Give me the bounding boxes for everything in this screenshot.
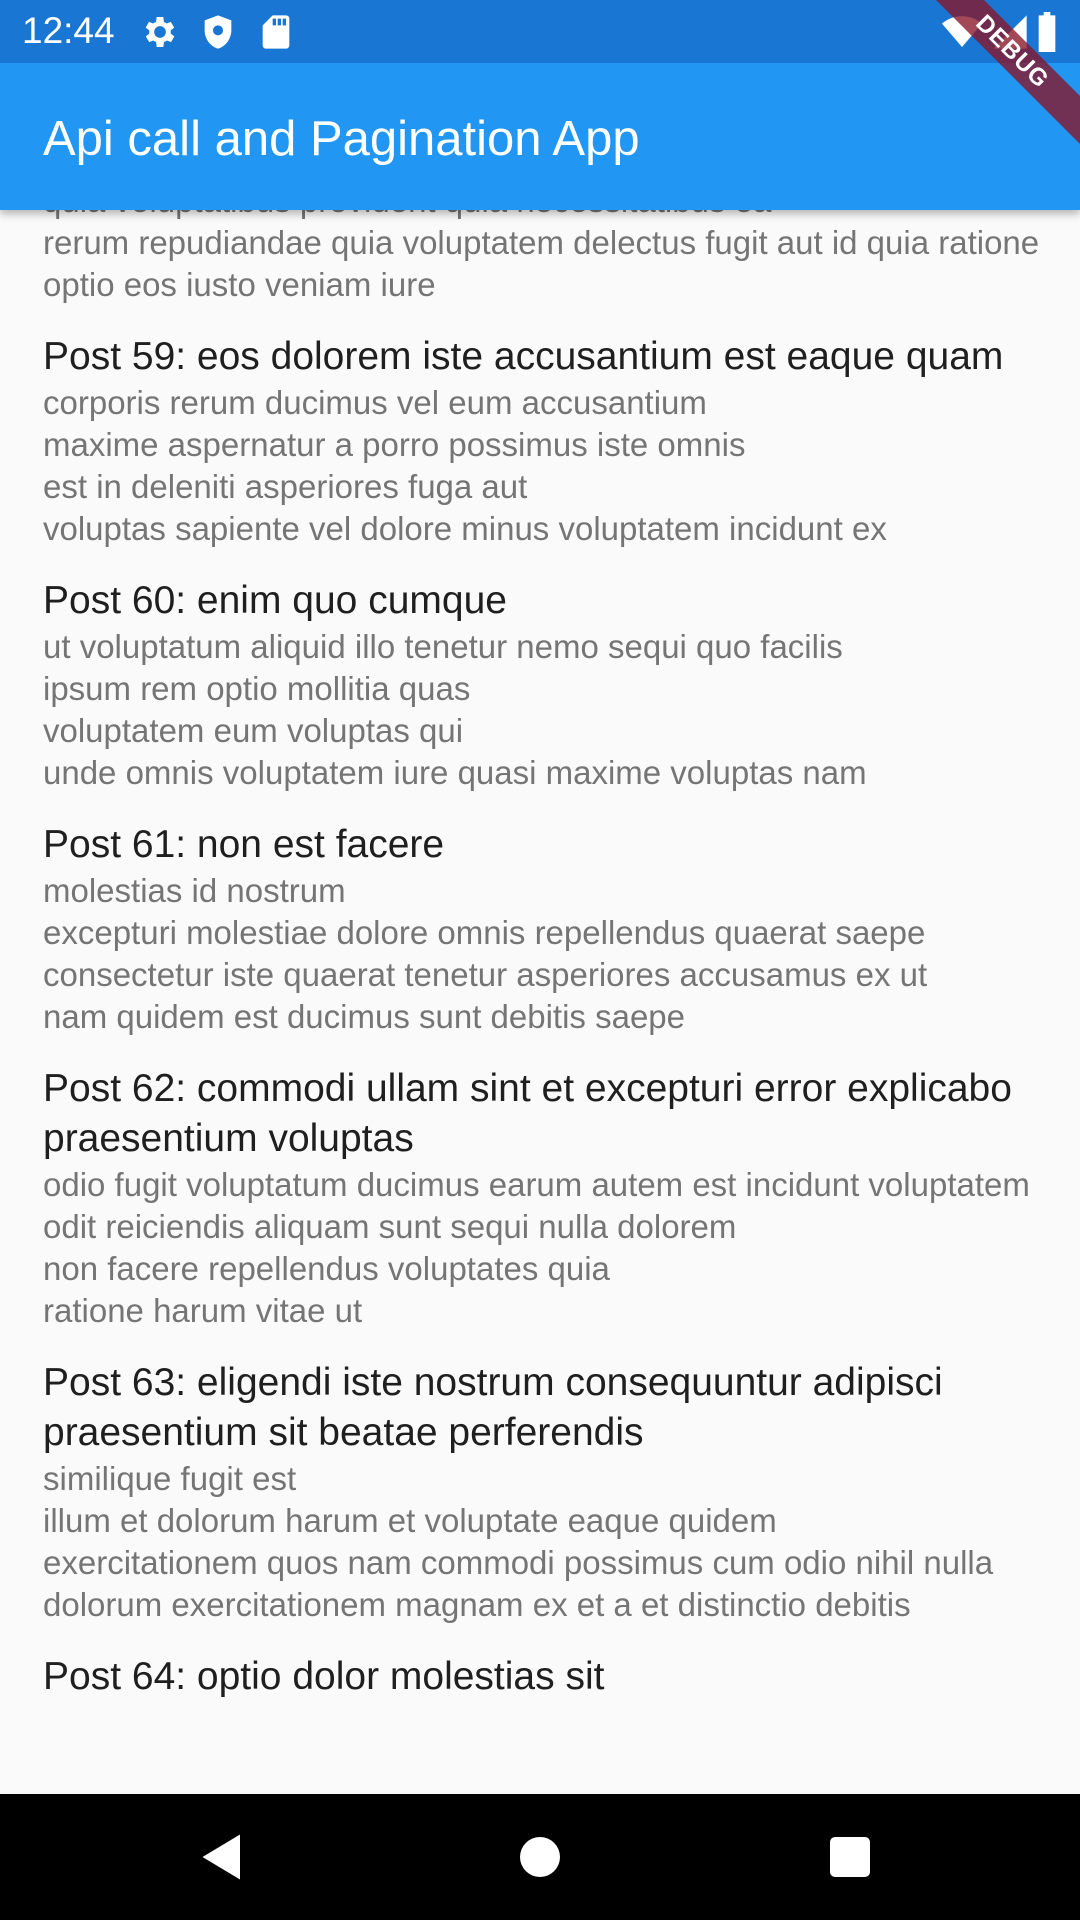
home-icon[interactable] [510, 1827, 570, 1887]
post-body: molestias id nostrum excepturi molestiae… [43, 872, 928, 1035]
battery-icon [1032, 12, 1062, 52]
list-item[interactable]: Post 59: eos dolorem iste accusantium es… [43, 332, 1043, 550]
back-icon[interactable] [195, 1827, 255, 1887]
post-title: Post 59: eos dolorem iste accusantium es… [43, 335, 1004, 378]
post-body: odio fugit voluptatum ducimus earum aute… [43, 1166, 1030, 1329]
gear-icon [140, 12, 180, 52]
post-title: Post 64: optio dolor molestias sit [43, 1655, 605, 1698]
app-title: Api call and Pagination App [43, 112, 640, 166]
recents-icon[interactable] [820, 1827, 880, 1887]
list-item[interactable]: Post 63: eligendi iste nostrum consequun… [43, 1358, 1043, 1626]
post-title: Post 61: non est facere [43, 823, 445, 866]
list-item[interactable]: Post 60: enim quo cumque ut voluptatum a… [43, 576, 1043, 794]
wifi-icon [942, 12, 982, 52]
list-item[interactable]: quia voluptatibus provident quia necessi… [43, 210, 1043, 306]
post-body: corporis rerum ducimus vel eum accusanti… [43, 384, 887, 547]
navigation-bar [0, 1794, 1080, 1920]
list-item[interactable]: Post 64: optio dolor molestias sit [43, 1652, 1043, 1702]
post-title: Post 63: eligendi iste nostrum consequun… [43, 1361, 943, 1454]
signal-icon [990, 12, 1030, 52]
list-item[interactable]: Post 61: non est facere molestias id nos… [43, 820, 1043, 1038]
post-title: Post 62: commodi ullam sint et excepturi… [43, 1067, 1012, 1160]
posts-list: quia voluptatibus provident quia necessi… [43, 210, 1043, 1728]
status-time: 12:44 [22, 10, 115, 51]
posts-list-viewport[interactable]: quia voluptatibus provident quia necessi… [0, 210, 1080, 1794]
post-body: quia voluptatibus provident quia necessi… [43, 210, 1040, 303]
post-body: ut voluptatum aliquid illo tenetur nemo … [43, 628, 867, 791]
post-body: similique fugit est illum et dolorum har… [43, 1460, 994, 1623]
shield-icon [198, 12, 238, 52]
post-title: Post 60: enim quo cumque [43, 579, 507, 622]
list-item[interactable]: Post 62: commodi ullam sint et excepturi… [43, 1064, 1043, 1332]
sd-card-icon [256, 12, 296, 52]
app-bar: Api call and Pagination App [0, 63, 1080, 210]
status-bar: 12:44 [0, 0, 1080, 63]
